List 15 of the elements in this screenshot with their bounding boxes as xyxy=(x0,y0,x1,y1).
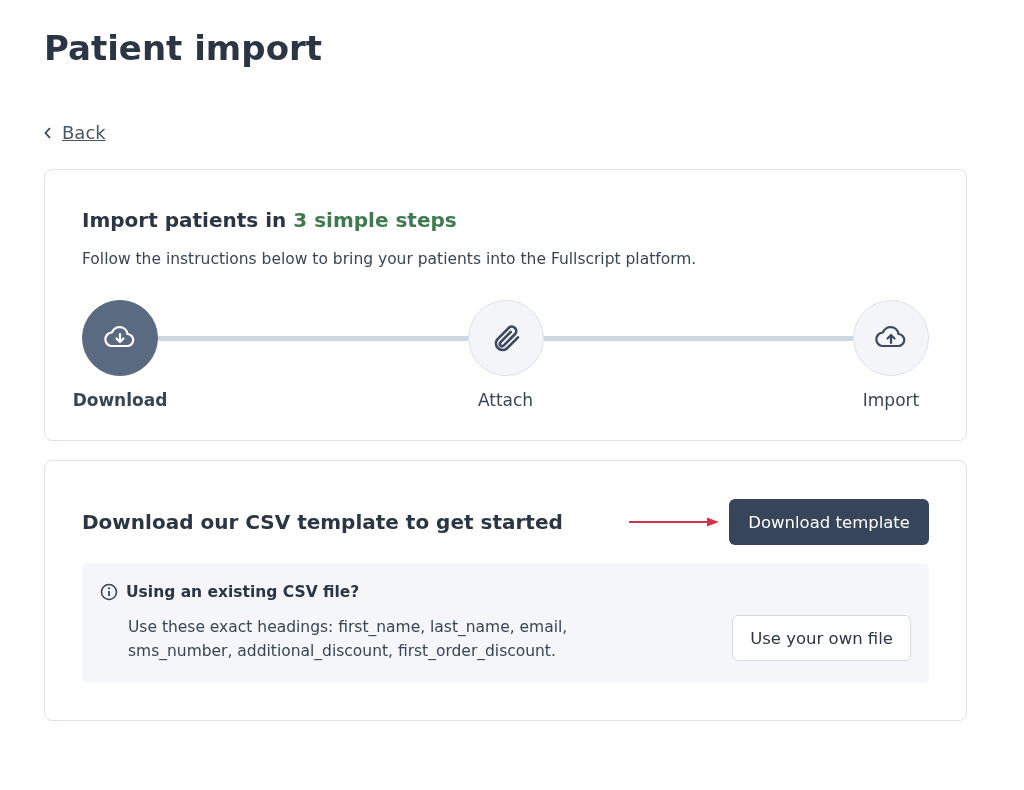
back-link[interactable]: Back xyxy=(62,122,106,143)
chevron-left-icon xyxy=(44,126,52,139)
info-text: Use these exact headings: first_name, last_name, email, sms_number, additional_discount, first_order_discount. xyxy=(128,617,569,662)
download-template-button[interactable]: Download template xyxy=(729,499,929,545)
card-title: Import patients in 3 simple steps xyxy=(82,208,458,232)
step-label: Import xyxy=(862,390,920,410)
description: Follow the instructions below to bring your patients into the Fullscript platform. xyxy=(82,250,698,268)
page-title: Patient import xyxy=(44,27,323,70)
info-title: Using an existing CSV file? xyxy=(126,583,360,601)
step-label: Download xyxy=(72,390,168,410)
card-title: Download our CSV template to get started xyxy=(82,510,563,534)
arrow-right-icon xyxy=(629,517,720,527)
step-label: Attach xyxy=(477,390,534,410)
use-own-file-button[interactable]: Use your own file xyxy=(732,615,911,661)
info-icon xyxy=(100,583,118,601)
